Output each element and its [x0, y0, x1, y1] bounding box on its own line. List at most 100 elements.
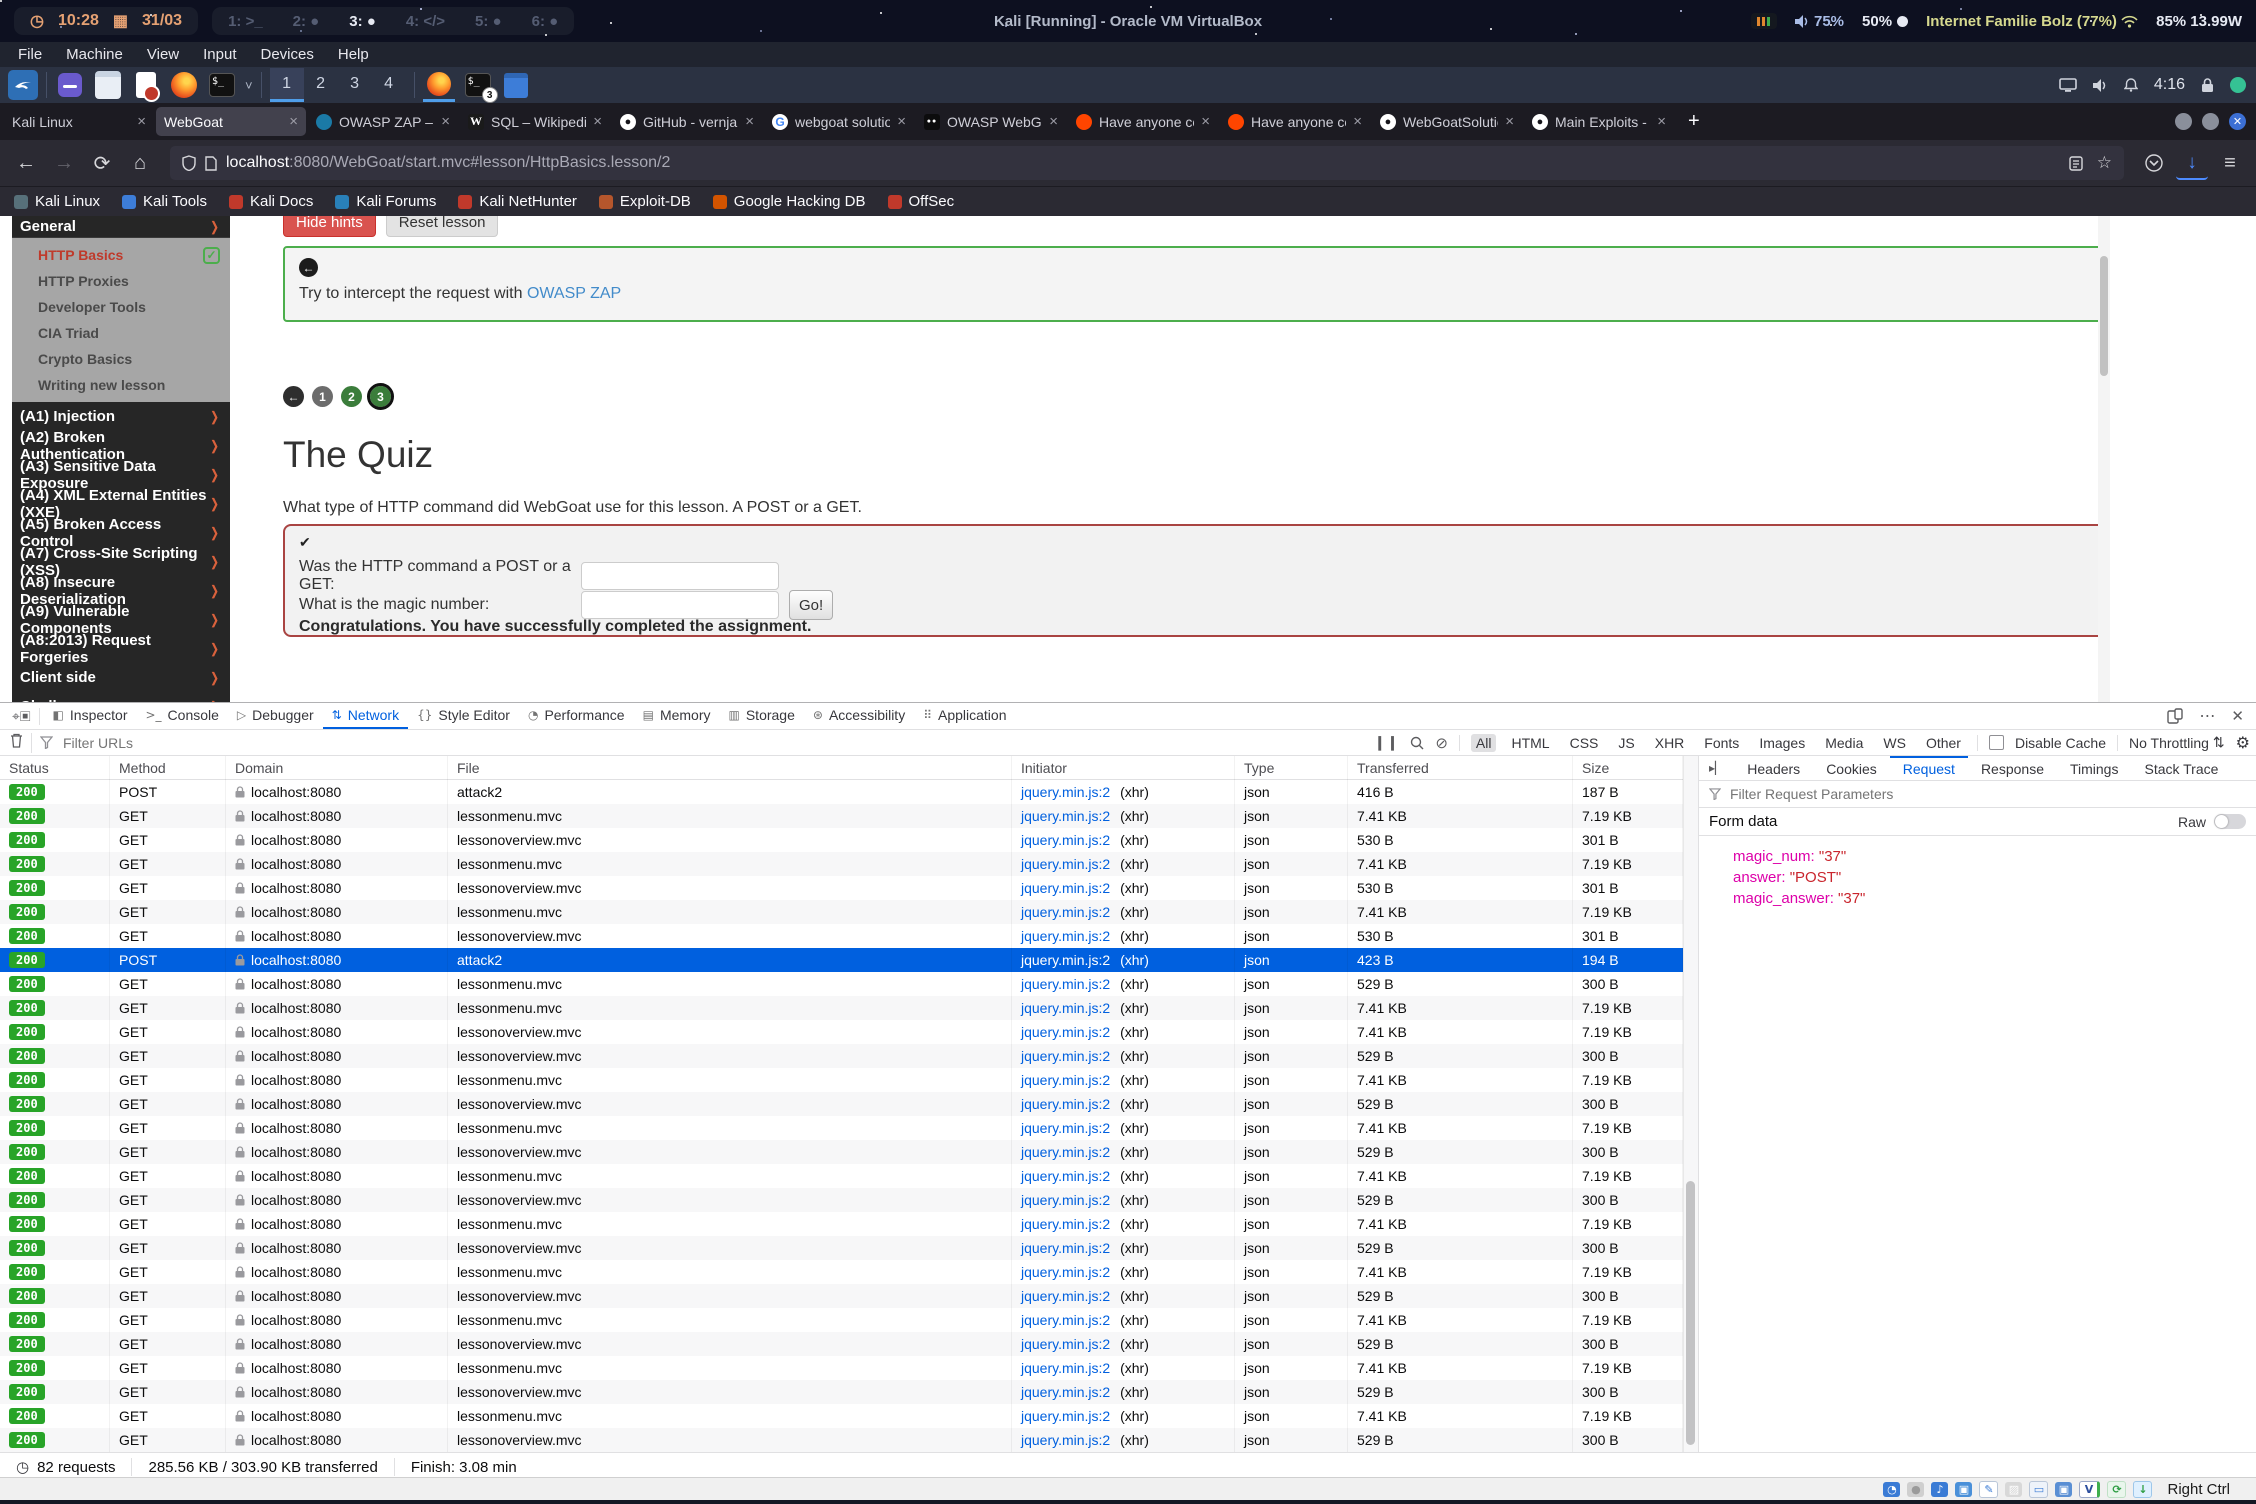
filter-urls-input[interactable] — [61, 734, 1366, 752]
tracking-shield-icon[interactable] — [182, 155, 196, 171]
browser-tab[interactable]: Gwebgoat solutions -× — [764, 107, 914, 136]
type-filter-css[interactable]: CSS — [1565, 734, 1604, 752]
file-manager-button[interactable] — [93, 70, 123, 100]
block-icon[interactable]: ⊘ — [1435, 734, 1448, 752]
initiator-link[interactable]: jquery.min.js:2 — [1021, 1336, 1110, 1352]
form-data-param[interactable]: answer: "POST" — [1733, 867, 2256, 888]
raw-toggle[interactable] — [2214, 814, 2246, 829]
bookmark-item[interactable]: OffSec — [888, 193, 955, 210]
devtools-close-icon[interactable]: ✕ — [2231, 707, 2244, 725]
hint-prev-arrow-icon[interactable]: ← — [299, 258, 318, 277]
bookmark-item[interactable]: Kali Docs — [229, 193, 313, 210]
disable-cache-checkbox[interactable] — [1989, 735, 2004, 750]
network-request-row[interactable]: 200GETlocalhost:8080lessonoverview.mvcjq… — [0, 1236, 1683, 1260]
network-settings-gear-icon[interactable]: ⚙ — [2236, 733, 2250, 752]
initiator-link[interactable]: jquery.min.js:2 — [1021, 1120, 1110, 1136]
close-window-button[interactable]: ✕ — [2229, 113, 2246, 130]
sidebar-category-item[interactable]: (A3) Sensitive Data Exposure❭ — [12, 460, 230, 489]
network-request-row[interactable]: 200GETlocalhost:8080lessonmenu.mvcjquery… — [0, 804, 1683, 828]
search-icon[interactable] — [1410, 736, 1424, 750]
devtools-tab-network[interactable]: ⇅Network — [323, 703, 408, 729]
form-data-section[interactable]: Form data Raw — [1699, 808, 2256, 836]
network-request-row[interactable]: 200GETlocalhost:8080lessonmenu.mvcjquery… — [0, 1068, 1683, 1092]
initiator-link[interactable]: jquery.min.js:2 — [1021, 1288, 1110, 1304]
host-workspace[interactable]: 2: ● — [293, 13, 320, 30]
minimize-button[interactable] — [2175, 113, 2192, 130]
initiator-link[interactable]: jquery.min.js:2 — [1021, 1432, 1110, 1448]
host-workspace[interactable]: 4: </> — [406, 13, 445, 30]
close-icon[interactable]: × — [1201, 113, 1210, 130]
initiator-link[interactable]: jquery.min.js:2 — [1021, 1240, 1110, 1256]
page-back-button[interactable]: ← — [283, 386, 304, 407]
notification-bell-icon[interactable] — [2124, 78, 2138, 92]
workspace-4[interactable]: 4 — [372, 68, 406, 102]
column-header-initiator[interactable]: Initiator — [1012, 756, 1235, 780]
reader-mode-icon[interactable] — [2069, 156, 2083, 171]
initiator-link[interactable]: jquery.min.js:2 — [1021, 1384, 1110, 1400]
devtools-tab-application[interactable]: ⠿Application — [914, 703, 1015, 729]
type-filter-xhr[interactable]: XHR — [1650, 734, 1690, 752]
initiator-link[interactable]: jquery.min.js:2 — [1021, 856, 1110, 872]
column-header-transferred[interactable]: Transferred — [1348, 756, 1573, 780]
reload-button[interactable]: ⟳ — [86, 147, 118, 179]
bookmark-item[interactable]: Google Hacking DB — [713, 193, 866, 210]
taskbar-terminal-window[interactable]: $_3 — [463, 70, 493, 100]
devtools-tab-memory[interactable]: ▤Memory — [634, 703, 720, 729]
sidebar-item-general[interactable]: General ❭ — [12, 216, 230, 238]
bookmark-item[interactable]: Exploit-DB — [599, 193, 691, 210]
initiator-link[interactable]: jquery.min.js:2 — [1021, 808, 1110, 824]
sidebar-lesson-item[interactable]: Crypto Basics — [12, 346, 230, 372]
filter-request-parameters-input[interactable] — [1728, 785, 2246, 803]
network-request-row[interactable]: 200GETlocalhost:8080lessonmenu.mvcjquery… — [0, 1260, 1683, 1284]
browser-tab[interactable]: Have anyone comple× — [1220, 107, 1370, 136]
initiator-link[interactable]: jquery.min.js:2 — [1021, 1192, 1110, 1208]
sidebar-category-item[interactable]: Challenges❭ — [12, 692, 230, 702]
host-workspace[interactable]: 6: ● — [532, 13, 559, 30]
initiator-link[interactable]: jquery.min.js:2 — [1021, 784, 1110, 800]
initiator-link[interactable]: jquery.min.js:2 — [1021, 1144, 1110, 1160]
sidebar-lesson-item[interactable]: HTTP Basics✓ — [12, 242, 230, 268]
host-workspace[interactable]: 5: ● — [475, 13, 502, 30]
menu-devices[interactable]: Devices — [251, 44, 324, 65]
performance-analysis-icon[interactable]: ◷ — [16, 1458, 29, 1476]
workspace-3[interactable]: 3 — [338, 68, 372, 102]
bookmark-item[interactable]: Kali NetHunter — [458, 193, 577, 210]
type-filter-all[interactable]: All — [1471, 734, 1497, 752]
network-request-row[interactable]: 200POSTlocalhost:8080attack2jquery.min.j… — [0, 780, 1683, 804]
details-tab-timings[interactable]: Timings — [2057, 756, 2132, 780]
details-tab-cookies[interactable]: Cookies — [1813, 756, 1890, 780]
pocket-icon[interactable] — [2138, 147, 2170, 179]
browser-tab[interactable]: WSQL – Wikipedia× — [460, 107, 610, 136]
network-request-row[interactable]: 200GETlocalhost:8080lessonmenu.mvcjquery… — [0, 1356, 1683, 1380]
url-text[interactable]: localhost:8080/WebGoat/start.mvc#lesson/… — [226, 154, 2060, 172]
initiator-link[interactable]: jquery.min.js:2 — [1021, 1264, 1110, 1280]
devtools-tab-console[interactable]: >_Console — [136, 703, 227, 729]
network-request-row[interactable]: 200GETlocalhost:8080lessonmenu.mvcjquery… — [0, 1404, 1683, 1428]
initiator-link[interactable]: jquery.min.js:2 — [1021, 928, 1110, 944]
close-icon[interactable]: × — [745, 113, 754, 130]
initiator-link[interactable]: jquery.min.js:2 — [1021, 1168, 1110, 1184]
type-filter-js[interactable]: JS — [1613, 734, 1639, 752]
network-request-row[interactable]: 200GETlocalhost:8080lessonmenu.mvcjquery… — [0, 1116, 1683, 1140]
details-tab-headers[interactable]: Headers — [1734, 756, 1813, 780]
network-request-row[interactable]: 200POSTlocalhost:8080attack2jquery.min.j… — [0, 948, 1683, 972]
sidebar-category-item[interactable]: (A7) Cross-Site Scripting (XSS)❭ — [12, 547, 230, 576]
network-request-row[interactable]: 200GETlocalhost:8080lessonoverview.mvcjq… — [0, 1020, 1683, 1044]
initiator-link[interactable]: jquery.min.js:2 — [1021, 1408, 1110, 1424]
go-button[interactable]: Go! — [789, 590, 833, 620]
close-icon[interactable]: × — [897, 113, 906, 130]
page-info-icon[interactable] — [205, 156, 217, 171]
magic-number-input[interactable] — [581, 591, 779, 619]
terminal-launcher-button[interactable]: $_ — [207, 70, 237, 100]
chevron-down-icon[interactable]: ˅ — [245, 78, 253, 93]
reset-lesson-button[interactable]: Reset lesson — [386, 216, 499, 237]
text-editor-button[interactable] — [131, 70, 161, 100]
display-icon[interactable] — [2059, 78, 2077, 92]
network-request-row[interactable]: 200GETlocalhost:8080lessonmenu.mvcjquery… — [0, 900, 1683, 924]
vpn-shield-icon[interactable] — [2230, 77, 2246, 93]
pick-element-icon[interactable]: ⌖▣ — [4, 708, 40, 725]
network-request-row[interactable]: 200GETlocalhost:8080lessonoverview.mvcjq… — [0, 1044, 1683, 1068]
details-tab-stack-trace[interactable]: Stack Trace — [2131, 756, 2231, 780]
network-request-row[interactable]: 200GETlocalhost:8080lessonmenu.mvcjquery… — [0, 1308, 1683, 1332]
hide-hints-button[interactable]: Hide hints — [283, 216, 376, 237]
